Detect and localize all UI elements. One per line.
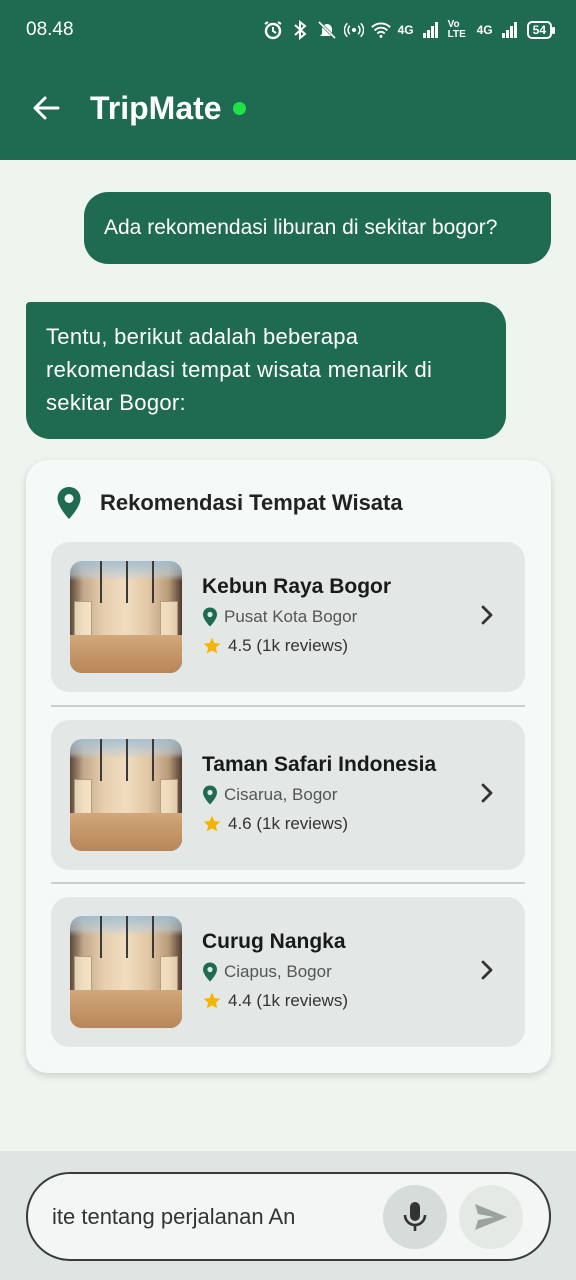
divider	[51, 705, 525, 707]
online-status-dot	[233, 102, 246, 115]
place-name: Curug Nangka	[202, 930, 346, 953]
place-rating: 4.4 (1k reviews)	[202, 986, 348, 1015]
signal-icon	[421, 20, 441, 40]
rating-text: 4.6 (1k reviews)	[228, 814, 348, 833]
card-title: Rekomendasi Tempat Wisata	[100, 490, 403, 515]
bluetooth-icon	[290, 20, 310, 40]
place-info: Curug Nangka Ciapus, Bogor 4.4 (1k revie…	[202, 927, 348, 1015]
mute-icon	[317, 20, 337, 40]
place-rating: 4.5 (1k reviews)	[202, 631, 391, 660]
place-item-taman-safari[interactable]: Taman Safari Indonesia Cisarua, Bogor 4.…	[51, 720, 525, 870]
place-location: Cisarua, Bogor	[202, 780, 436, 809]
status-time: 08.48	[26, 19, 74, 40]
mic-icon	[403, 1202, 427, 1231]
status-bar: 08.48 4G Vo LTE 4G 54	[26, 14, 556, 46]
chevron-right-icon	[481, 960, 493, 980]
location-text: Pusat Kota Bogor	[224, 607, 358, 626]
signal-icon-2	[500, 20, 520, 40]
divider	[51, 882, 525, 884]
rating-text: 4.4 (1k reviews)	[228, 991, 348, 1010]
status-icons: 4G Vo LTE 4G 54	[263, 19, 556, 40]
rating-text: 4.5 (1k reviews)	[228, 636, 348, 655]
chevron-right-icon	[481, 605, 493, 625]
place-rating: 4.6 (1k reviews)	[202, 809, 436, 838]
place-name: Kebun Raya Bogor	[202, 575, 392, 598]
location-pin-icon	[203, 785, 217, 804]
composer-bar	[0, 1151, 576, 1280]
send-button[interactable]	[459, 1185, 523, 1249]
card-header: Rekomendasi Tempat Wisata	[56, 486, 403, 520]
network-label-1: 4G	[397, 23, 414, 37]
wifi-icon	[370, 20, 391, 40]
place-info: Taman Safari Indonesia Cisarua, Bogor 4.…	[202, 750, 436, 838]
recommendation-card: Rekomendasi Tempat Wisata Kebun Raya Bog…	[26, 460, 551, 1073]
star-icon	[203, 815, 221, 831]
place-thumbnail	[70, 916, 182, 1028]
place-thumbnail	[70, 739, 182, 851]
alarm-icon	[263, 20, 283, 40]
app-bar: 08.48 4G Vo LTE 4G 54 TripMate	[0, 0, 576, 160]
network-label-2: 4G	[476, 23, 493, 37]
location-pin-icon	[57, 487, 81, 519]
arrow-left-icon	[33, 96, 60, 120]
place-location: Pusat Kota Bogor	[202, 602, 391, 631]
send-icon	[475, 1204, 507, 1230]
star-icon	[203, 992, 221, 1008]
chevron-right-icon	[481, 783, 493, 803]
user-message: Ada rekomendasi liburan di sekitar bogor…	[84, 192, 551, 264]
bot-message: Tentu, berikut adalah beberapa rekomenda…	[26, 302, 506, 439]
place-location: Ciapus, Bogor	[202, 957, 348, 986]
place-item-kebun-raya-bogor[interactable]: Kebun Raya Bogor Pusat Kota Bogor 4.5 (1…	[51, 542, 525, 692]
battery-indicator: 54	[526, 21, 556, 39]
back-button[interactable]	[26, 88, 66, 128]
location-text: Cisarua, Bogor	[224, 785, 338, 804]
mic-button[interactable]	[383, 1185, 447, 1249]
location-pin-icon	[203, 607, 217, 626]
message-input[interactable]	[52, 1194, 377, 1240]
star-icon	[203, 637, 221, 653]
location-pin-icon	[203, 962, 217, 981]
place-thumbnail	[70, 561, 182, 673]
hotspot-icon	[343, 20, 364, 40]
volte-label: Vo LTE	[447, 19, 466, 40]
composer	[26, 1172, 551, 1261]
place-info: Kebun Raya Bogor Pusat Kota Bogor 4.5 (1…	[202, 572, 391, 660]
place-name: Taman Safari Indonesia	[202, 753, 437, 776]
location-text: Ciapus, Bogor	[224, 962, 332, 981]
place-item-curug-nangka[interactable]: Curug Nangka Ciapus, Bogor 4.4 (1k revie…	[51, 897, 525, 1047]
app-title: TripMate	[90, 90, 222, 126]
